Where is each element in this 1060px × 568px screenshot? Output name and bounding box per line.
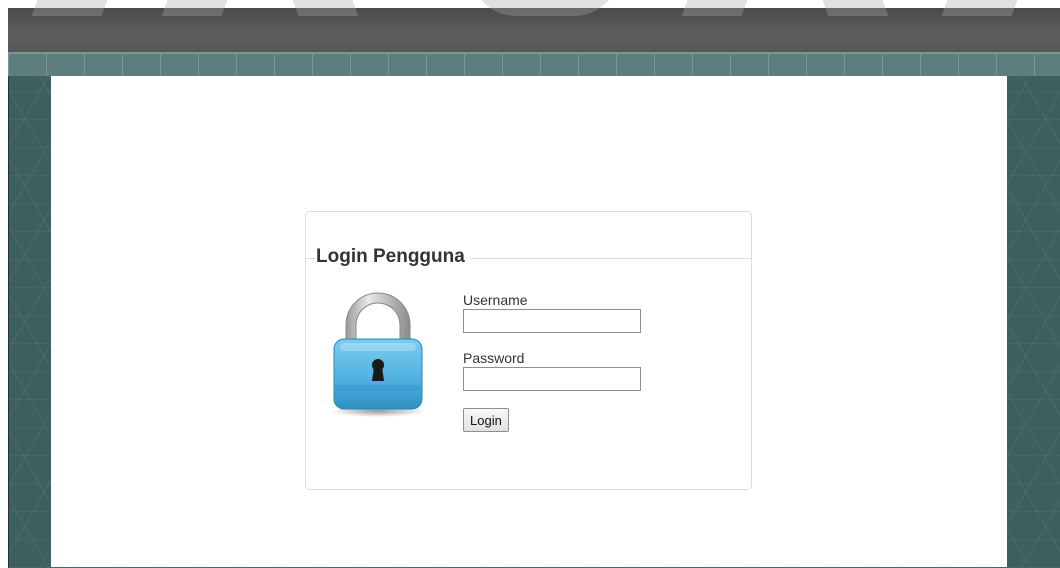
- username-label: Username: [463, 292, 528, 308]
- login-fieldset: Login Pengguna Username Password Login: [305, 211, 752, 490]
- password-input[interactable]: [463, 367, 641, 391]
- login-button[interactable]: Login: [463, 408, 509, 432]
- decorative-stripe: [8, 52, 1060, 76]
- padlock-icon: [328, 285, 428, 423]
- login-title: Login Pengguna: [316, 246, 471, 268]
- username-input[interactable]: [463, 309, 641, 333]
- password-label: Password: [463, 350, 525, 366]
